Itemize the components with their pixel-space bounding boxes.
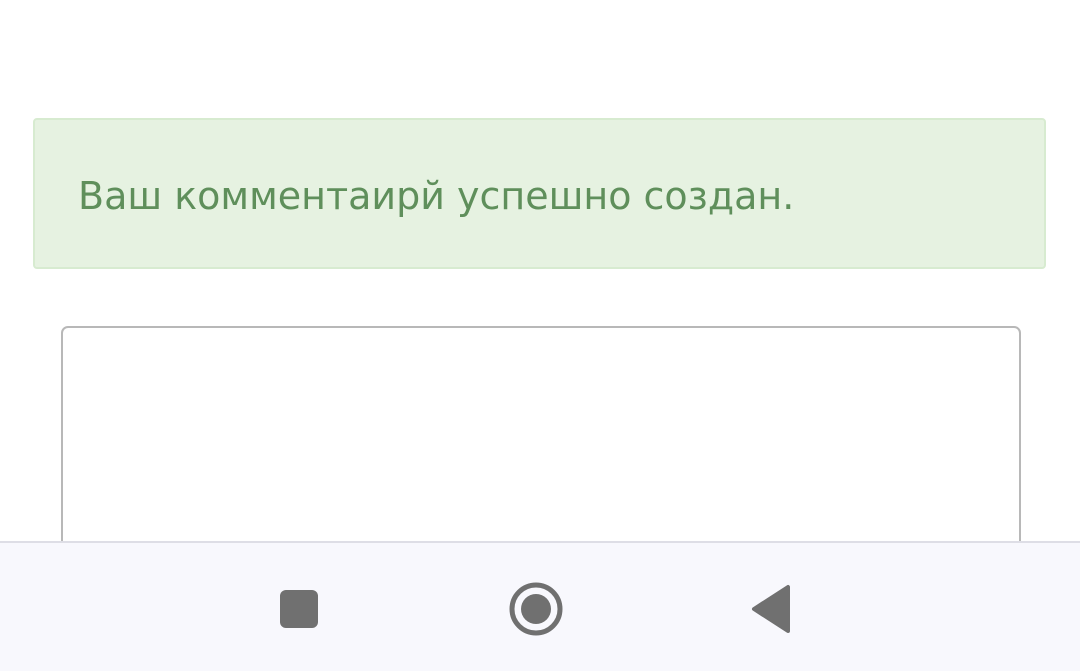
success-message: Ваш комментаирй успешно создан. (78, 174, 795, 218)
success-alert: Ваш комментаирй успешно создан. (33, 118, 1046, 269)
recent-apps-button[interactable] (264, 574, 334, 644)
android-navigation-bar (0, 541, 1080, 671)
square-recents-icon (280, 590, 318, 628)
circle-home-icon (509, 582, 563, 636)
triangle-back-icon (752, 585, 790, 633)
back-button[interactable] (736, 574, 806, 644)
home-button[interactable] (501, 574, 571, 644)
comment-page: Ваш комментаирй успешно создан. (0, 0, 1080, 671)
